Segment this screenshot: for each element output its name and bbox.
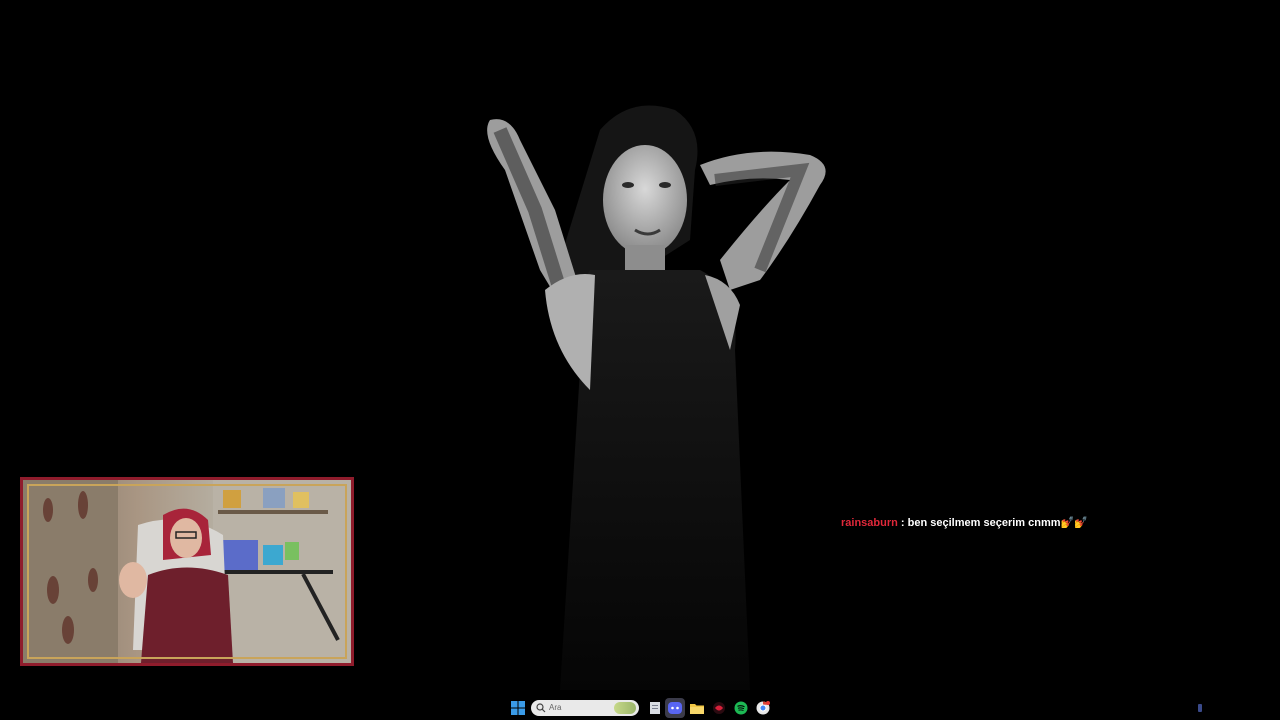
windows-start-icon[interactable]	[510, 700, 526, 716]
search-placeholder: Ara	[549, 703, 562, 712]
search-icon	[536, 703, 546, 713]
app-red-icon[interactable]	[711, 700, 727, 716]
search-highlight-image	[614, 702, 636, 714]
portrait-photo	[487, 105, 826, 690]
chat-separator: :	[900, 517, 905, 529]
chat-message: rainsaburn : ben seçilmem seçerim cnmm💅💅	[841, 516, 1088, 529]
chat-message-text: ben seçilmem seçerim cnmm💅💅	[907, 517, 1088, 529]
system-tray-indicator[interactable]	[1198, 704, 1202, 712]
webcam-feed-image	[23, 480, 351, 663]
taskbar	[0, 696, 1280, 720]
webcam-overlay	[20, 477, 354, 666]
chrome-icon[interactable]	[755, 700, 771, 716]
file-explorer-doc-icon[interactable]	[647, 700, 663, 716]
discord-icon[interactable]	[667, 700, 683, 716]
folder-icon[interactable]	[689, 700, 705, 716]
spotify-icon[interactable]	[733, 700, 749, 716]
taskbar-search-input[interactable]: Ara	[531, 700, 639, 716]
chat-username: rainsaburn	[841, 517, 898, 529]
